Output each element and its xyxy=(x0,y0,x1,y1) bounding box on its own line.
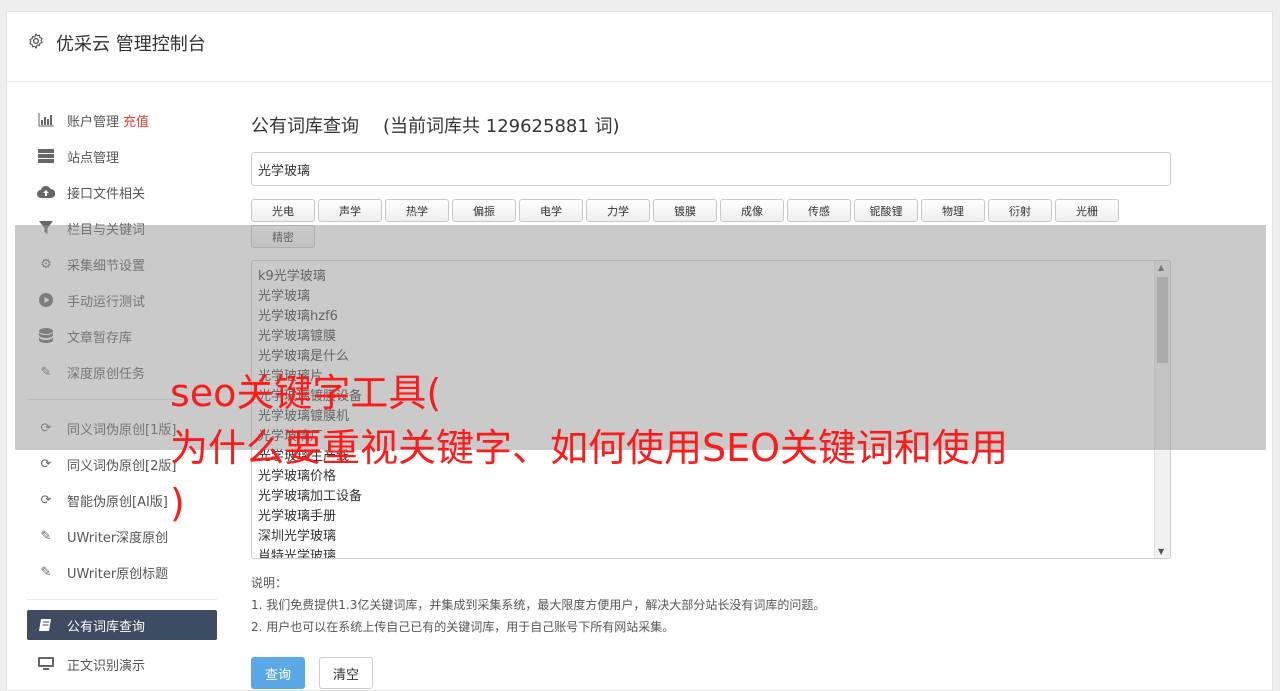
scroll-down-icon[interactable]: ▼ xyxy=(1158,547,1164,556)
overlay-line: 为什么要重视关键字、如何使用SEO关键词和使用 xyxy=(170,426,1009,470)
note-line: 1. 我们免费提供1.3亿关键词库，并集成到采集系统，最大限度方便用户，解决大部… xyxy=(251,598,826,612)
tag-button[interactable]: 热学 xyxy=(385,199,449,222)
clear-button[interactable]: 清空 xyxy=(319,657,373,689)
edit-icon: ✎ xyxy=(40,564,52,580)
tag-button[interactable]: 镀膜 xyxy=(653,199,717,222)
notes-title: 说明： xyxy=(251,576,288,590)
sidebar-item-interface-files[interactable]: 接口文件相关 xyxy=(27,174,217,210)
sidebar-item-text-recognition[interactable]: 正文识别演示 xyxy=(27,646,217,682)
sidebar-item-account[interactable]: 账户管理 充值 xyxy=(27,102,217,138)
keyword-search-input[interactable] xyxy=(251,152,1171,186)
cloud-upload-icon xyxy=(37,184,55,200)
overlay-line: ) xyxy=(170,481,185,525)
tag-button[interactable]: 物理 xyxy=(921,199,985,222)
app-title: 优采云 管理控制台 xyxy=(56,34,206,55)
gear-icon xyxy=(29,33,43,49)
tag-button[interactable]: 铌酸锂 xyxy=(854,199,918,222)
tag-button[interactable]: 光栅 xyxy=(1055,199,1119,222)
instructions: 说明： 1. 我们免费提供1.3亿关键词库，并集成到采集系统，最大限度方便用户，… xyxy=(251,572,825,638)
sidebar-item-label: 智能伪原创[AI版] xyxy=(67,494,168,510)
overlay-title: seo关键字工具( 为什么要重视关键字、如何使用SEO关键词和使用 ) xyxy=(170,366,1170,531)
sidebar-item-label: 同义词伪原创[2版] xyxy=(67,458,177,474)
sidebar-item-label: UWriter深度原创 xyxy=(67,530,169,546)
refresh-icon: ⟳ xyxy=(40,456,52,472)
query-button[interactable]: 查询 xyxy=(251,657,305,689)
edit-icon: ✎ xyxy=(40,528,52,544)
tag-button[interactable]: 偏振 xyxy=(452,199,516,222)
tag-button[interactable]: 衍射 xyxy=(988,199,1052,222)
sidebar-item-label: 接口文件相关 xyxy=(67,186,146,202)
tag-button[interactable]: 声学 xyxy=(318,199,382,222)
list-item[interactable]: 肖特光学玻璃 xyxy=(258,547,1170,558)
book-icon xyxy=(37,617,55,633)
refresh-icon: ⟳ xyxy=(40,492,52,508)
page-header: 优采云 管理控制台 xyxy=(7,12,1272,82)
tag-button[interactable]: 成像 xyxy=(720,199,784,222)
tag-button[interactable]: 传感 xyxy=(787,199,851,222)
server-icon xyxy=(37,148,55,164)
sidebar-item-label: 账户管理 xyxy=(67,114,120,130)
monitor-icon xyxy=(37,656,55,672)
heading-text: 公有词库查询 xyxy=(251,116,359,137)
tag-button[interactable]: 电学 xyxy=(519,199,583,222)
note-line: 2. 用户也可以在系统上传自己已有的关键词库，用于自己账号下所有网站采集。 xyxy=(251,620,675,634)
main-content: 公有词库查询 (当前词库共 129625881 词) 光电 声学 热学 偏振 电学… xyxy=(251,112,1171,689)
sidebar-item-label: 公有词库查询 xyxy=(67,619,146,635)
bar-chart-icon xyxy=(37,112,55,128)
sidebar-item-label: UWriter原创标题 xyxy=(67,566,169,582)
sidebar-divider xyxy=(27,599,217,600)
tag-button[interactable]: 力学 xyxy=(586,199,650,222)
tag-button[interactable]: 光电 xyxy=(251,199,315,222)
sidebar-item-uwriter-title[interactable]: ✎ UWriter原创标题 xyxy=(27,554,217,590)
lexicon-count: (当前词库共 129625881 词) xyxy=(383,116,620,137)
overlay-line: seo关键字工具( xyxy=(170,371,442,415)
sidebar-item-label: 正文识别演示 xyxy=(67,658,146,674)
sidebar-item-sites[interactable]: 站点管理 xyxy=(27,138,217,174)
recharge-link[interactable]: 充值 xyxy=(123,111,149,130)
page-title: 公有词库查询 (当前词库共 129625881 词) xyxy=(251,112,1171,142)
sidebar-item-public-lexicon[interactable]: 公有词库查询 xyxy=(27,610,217,640)
sidebar-item-label: 站点管理 xyxy=(67,150,120,166)
